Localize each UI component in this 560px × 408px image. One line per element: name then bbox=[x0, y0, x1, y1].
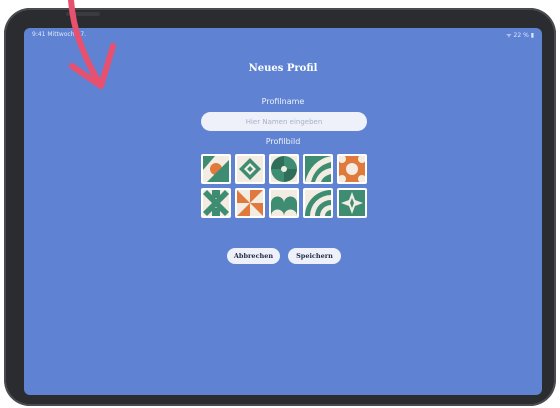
avatar-pattern-4-icon bbox=[305, 156, 331, 182]
tablet-frame: 9:41 Mittwoch 17. ᯤ 22 % ▮ Neues Profil … bbox=[4, 8, 556, 406]
status-bar: 9:41 Mittwoch 17. ᯤ 22 % ▮ bbox=[24, 28, 542, 40]
avatar-option-5[interactable] bbox=[337, 154, 367, 184]
status-indicators: ᯤ 22 % ▮ bbox=[506, 32, 534, 39]
avatar-option-10[interactable] bbox=[337, 188, 367, 218]
avatar-pattern-10-icon bbox=[339, 190, 365, 216]
profile-name-input[interactable] bbox=[201, 112, 367, 131]
avatar-option-2[interactable] bbox=[235, 154, 265, 184]
avatar-grid bbox=[201, 154, 369, 218]
avatar-option-7[interactable] bbox=[235, 188, 265, 218]
status-time-date: 9:41 Mittwoch 17. bbox=[32, 31, 87, 38]
avatar-option-6[interactable] bbox=[201, 188, 231, 218]
profile-name-label: Profilname bbox=[261, 97, 305, 106]
save-button[interactable]: Speichern bbox=[288, 248, 341, 264]
avatar-pattern-5-icon bbox=[339, 156, 365, 182]
cancel-button[interactable]: Abbrechen bbox=[227, 248, 280, 264]
avatar-pattern-8-icon bbox=[271, 190, 297, 216]
avatar-option-8[interactable] bbox=[269, 188, 299, 218]
avatar-option-3[interactable] bbox=[269, 154, 299, 184]
avatar-pattern-9-icon bbox=[305, 190, 331, 216]
avatar-pattern-7-icon bbox=[237, 190, 263, 216]
tablet-screen: 9:41 Mittwoch 17. ᯤ 22 % ▮ Neues Profil … bbox=[24, 28, 542, 395]
profile-picture-label: Profilbild bbox=[265, 137, 301, 146]
avatar-pattern-2-icon bbox=[237, 156, 263, 182]
avatar-pattern-6-icon bbox=[203, 190, 229, 216]
avatar-option-9[interactable] bbox=[303, 188, 333, 218]
avatar-option-4[interactable] bbox=[303, 154, 333, 184]
avatar-option-1[interactable] bbox=[201, 154, 231, 184]
avatar-pattern-3-icon bbox=[271, 156, 297, 182]
avatar-pattern-1-icon bbox=[203, 156, 229, 182]
page-title: Neues Profil bbox=[248, 63, 318, 74]
